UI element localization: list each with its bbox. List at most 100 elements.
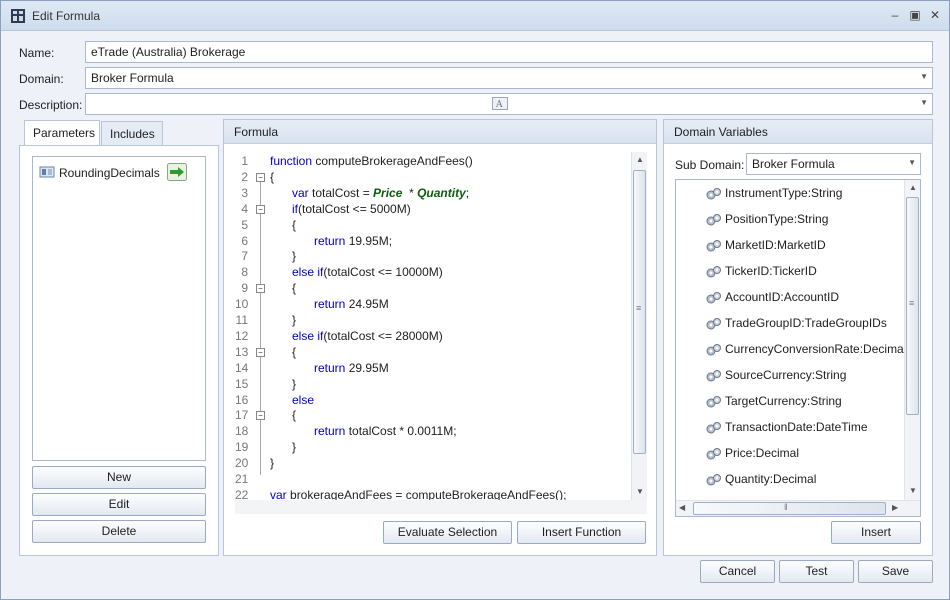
list-item[interactable]: SourceCurrency:String [706,366,846,384]
code-keyword: return [314,297,349,312]
list-item[interactable]: TransactionDate:DateTime [706,418,868,436]
evaluate-selection-button[interactable]: Evaluate Selection [383,521,512,544]
cancel-button[interactable]: Cancel [700,560,775,583]
name-label: Name: [19,46,55,60]
code-plain: { [292,217,297,232]
test-button[interactable]: Test [779,560,854,583]
code-variable: Price [373,185,403,200]
gears-icon [706,343,721,356]
line-number: 1 [241,154,248,168]
line-number: 9 [241,281,248,296]
list-item[interactable]: AccountID:AccountID [706,288,839,306]
chevron-down-icon[interactable]: ▼ [908,158,916,167]
minimize-icon[interactable]: – [887,7,903,23]
list-item[interactable]: RoundingDecimals [39,163,189,183]
variable-name: TransactionDate:DateTime [725,420,868,434]
code-editor[interactable]: 1 function computeBrokerageAndFees() 2−{3 v… [235,152,631,500]
edit-button[interactable]: Edit [32,493,206,516]
list-item[interactable]: PositionType:String [706,210,828,228]
list-item[interactable]: Quantity:Decimal [706,470,816,488]
code-text: else [292,392,314,408]
list-item[interactable]: TickerID:TickerID [706,262,817,280]
maximize-icon[interactable]: ▣ [907,7,923,23]
code-text: var brokerageAndFees = computeBrokerageA… [270,487,567,500]
sub-domain-select[interactable]: Broker Formula ▼ [746,153,921,175]
code-keyword: return [314,360,349,375]
gears-icon [706,395,721,408]
list-item[interactable]: CurrencyConversionRate:Decimal [706,340,906,358]
list-item[interactable]: TargetCurrency:String [706,392,842,410]
line-number: 22 [235,487,249,500]
line-number: 21 [235,472,249,486]
tab-parameters[interactable]: Parameters [24,120,100,146]
scroll-up-icon[interactable]: ▲ [632,155,648,164]
parameter-name: RoundingDecimals [59,166,160,180]
scroll-right-icon[interactable]: ▶ [892,503,898,512]
domain-variables-tree: InstrumentType:String PositionType:String… [675,179,921,517]
list-item[interactable]: InstrumentType:String [706,184,842,202]
domain-variables-header: Domain Variables [664,120,932,144]
gears-icon [706,239,721,252]
scroll-down-icon[interactable]: ▼ [905,486,920,495]
code-line: 15} [235,376,631,392]
tree-hscrollbar[interactable]: ◀ ‖ ▶ [676,500,920,516]
code-plain: (totalCost <= 5000M) [298,201,411,216]
code-scrollbar[interactable]: ▲ ≡ ▼ [631,152,647,500]
tab-includes[interactable]: Includes [101,121,163,145]
grip-icon: ≡ [909,298,915,308]
tree-hscrollbar-thumb[interactable]: ‖ [693,502,886,515]
description-field[interactable]: A ▼ [85,93,933,115]
code-text: else if(totalCost <= 10000M) [292,264,443,280]
tree-vscrollbar-thumb[interactable]: ≡ [906,197,919,415]
code-text: { [292,407,296,423]
code-plain: { [292,408,297,423]
chevron-down-icon[interactable]: ▼ [920,98,928,107]
variable-name: InstrumentType:String [725,186,843,200]
line-number: 13 [235,344,249,359]
insert-button[interactable]: Insert [831,521,921,544]
list-item[interactable]: MarketID:MarketID [706,236,826,254]
code-keyword: return [314,424,349,439]
collapse-icon[interactable]: − [256,347,265,357]
name-field[interactable]: eTrade (Australia) Brokerage [85,41,933,63]
scroll-left-icon[interactable]: ◀ [679,503,685,512]
title-bar: Edit Formula – ▣ ✕ [1,1,949,31]
domain-select[interactable]: Broker Formula ▼ [85,67,933,89]
svg-text:A: A [495,100,503,110]
grip-icon: ‖ [784,502,788,512]
collapse-icon[interactable]: − [256,411,265,421]
variable-name: PositionType:String [725,212,829,226]
line-number: 10 [235,297,249,312]
code-line: 16 else [235,392,631,408]
chevron-down-icon[interactable]: ▼ [920,72,928,81]
code-plain: (totalCost <= 10000M) [323,265,443,280]
code-line: 5{ [235,217,631,233]
code-text: } [292,248,296,264]
scroll-up-icon[interactable]: ▲ [905,183,920,192]
insert-function-button[interactable]: Insert Function [517,521,646,544]
tree-vscrollbar[interactable]: ▲ ≡ ▼ [904,180,920,500]
code-line: 17− { [235,407,631,423]
collapse-icon[interactable]: − [256,284,265,294]
scroll-down-icon[interactable]: ▼ [632,487,648,496]
gears-icon [706,421,721,434]
list-item[interactable]: TradeGroupID:TradeGroupIDs [706,314,887,332]
close-icon[interactable]: ✕ [927,7,943,23]
delete-button[interactable]: Delete [32,520,206,543]
tab-parameters-label: Parameters [33,126,96,140]
code-text: { [292,344,296,360]
code-text: return 24.95M [314,296,389,312]
list-item[interactable]: Price:Decimal [706,444,799,462]
line-number: 8 [241,265,248,280]
code-plain: brokerageAndFees = computeBrokerageAndFe… [290,487,567,500]
collapse-icon[interactable]: − [256,204,265,214]
line-number: 7 [241,249,248,264]
new-button[interactable]: New [32,466,206,489]
arrow-right-icon[interactable] [167,163,187,181]
code-scrollbar-thumb[interactable]: ≡ [633,170,646,454]
save-button[interactable]: Save [858,560,933,583]
text-edit-icon[interactable]: A [492,97,508,110]
collapse-icon[interactable]: − [256,172,265,182]
code-plain: 24.95M [348,297,389,312]
tab-includes-label: Includes [110,127,155,141]
